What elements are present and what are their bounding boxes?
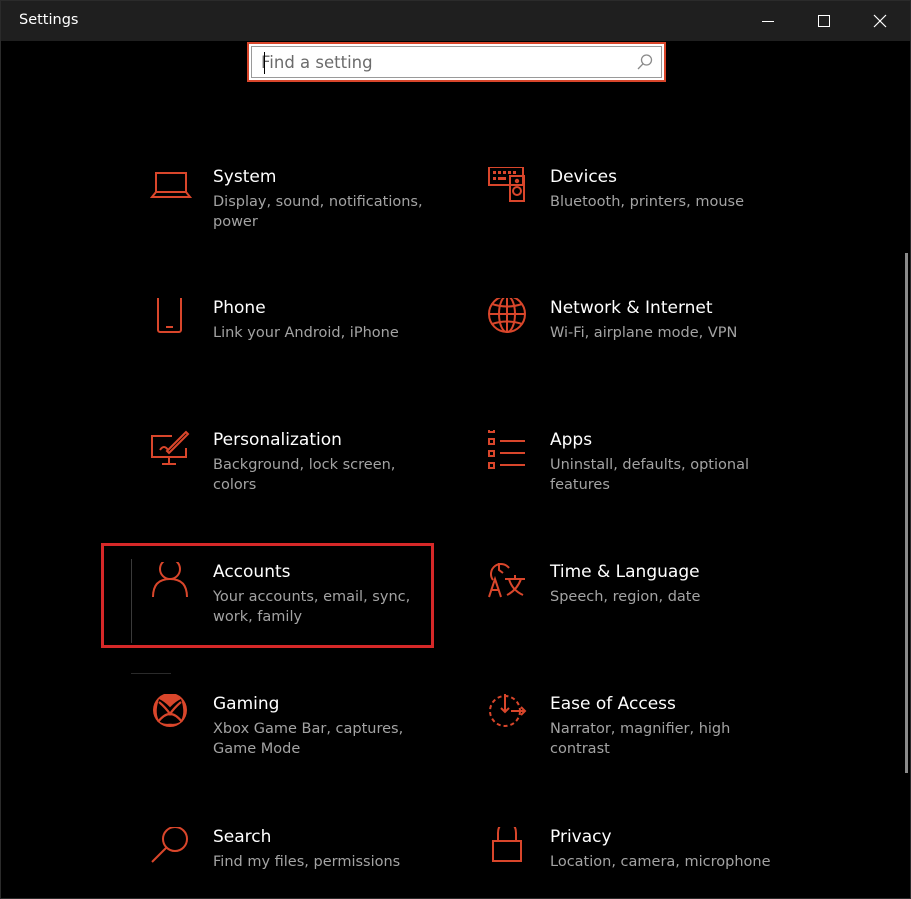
category-description: Link your Android, iPhone	[213, 325, 399, 341]
keyboard-speaker-icon	[488, 167, 525, 202]
category-description: Wi-Fi, airplane mode, VPN	[550, 325, 738, 341]
close-icon	[873, 14, 887, 28]
divider	[131, 673, 171, 674]
minimize-icon	[762, 21, 774, 22]
app-list-icon	[488, 430, 525, 469]
category-name: System	[213, 167, 277, 187]
category-system[interactable]: System Display, sound, notifications, po…	[150, 167, 450, 267]
settings-window: Settings Find a setting System Display, …	[0, 0, 911, 899]
xbox-icon	[153, 694, 187, 727]
magnifier-icon	[151, 827, 188, 863]
category-description: Speech, region, date	[550, 589, 701, 605]
category-privacy[interactable]: Privacy Location, camera, microphone	[487, 827, 787, 898]
category-phone[interactable]: Phone Link your Android, iPhone	[150, 298, 450, 398]
category-devices[interactable]: Devices Bluetooth, printers, mouse	[487, 167, 787, 267]
maximize-icon	[818, 15, 830, 27]
category-name: Ease of Access	[550, 694, 676, 714]
category-name: Privacy	[550, 827, 612, 847]
category-description: Xbox Game Bar, captures, Game Mode	[213, 721, 404, 757]
category-gaming[interactable]: Gaming Xbox Game Bar, captures, Game Mod…	[150, 694, 450, 794]
category-description: Uninstall, defaults, optional features	[550, 457, 749, 493]
category-description: Display, sound, notifications, power	[213, 194, 423, 230]
category-name: Personalization	[213, 430, 342, 450]
category-description: Location, camera, microphone	[550, 854, 771, 870]
category-search[interactable]: Search Find my files, permissions	[150, 827, 450, 898]
category-name: Gaming	[213, 694, 280, 714]
category-name: Search	[213, 827, 272, 847]
category-description: Narrator, magnifier, high contrast	[550, 721, 731, 757]
search-input[interactable]	[261, 49, 621, 75]
phone-icon	[157, 298, 182, 333]
category-name: Devices	[550, 167, 617, 187]
category-description: Bluetooth, printers, mouse	[550, 194, 744, 210]
search-icon[interactable]	[636, 53, 654, 71]
category-ease-of-access[interactable]: Ease of Access Narrator, magnifier, high…	[487, 694, 787, 794]
category-description: Find my files, permissions	[213, 854, 401, 870]
window-title: Settings	[19, 12, 79, 28]
globe-icon	[488, 298, 526, 333]
padlock-icon	[492, 827, 522, 862]
close-button[interactable]	[853, 1, 909, 41]
category-description: Background, lock screen, colors	[213, 457, 396, 493]
paint-monitor-icon	[151, 430, 190, 465]
category-personalization[interactable]: Personalization Background, lock screen,…	[150, 430, 450, 530]
minimize-button[interactable]	[741, 1, 797, 41]
category-time-language[interactable]: Time & Language Speech, region, date	[487, 562, 787, 662]
accounts-highlight-box	[101, 543, 434, 648]
category-name: Network & Internet	[550, 298, 713, 318]
category-network-internet[interactable]: Network & Internet Wi-Fi, airplane mode,…	[487, 298, 787, 398]
vertical-scrollbar[interactable]	[905, 253, 908, 773]
category-name: Phone	[213, 298, 266, 318]
maximize-button[interactable]	[797, 1, 853, 41]
search-box[interactable]	[247, 42, 666, 82]
title-bar[interactable]: Settings	[1, 1, 910, 41]
category-name: Apps	[550, 430, 593, 450]
laptop-icon	[150, 172, 193, 198]
ease-of-access-icon	[489, 694, 527, 727]
text-cursor	[264, 52, 265, 74]
category-apps[interactable]: Apps Uninstall, defaults, optional featu…	[487, 430, 787, 530]
clock-language-icon	[488, 563, 525, 598]
category-name: Time & Language	[550, 562, 700, 582]
